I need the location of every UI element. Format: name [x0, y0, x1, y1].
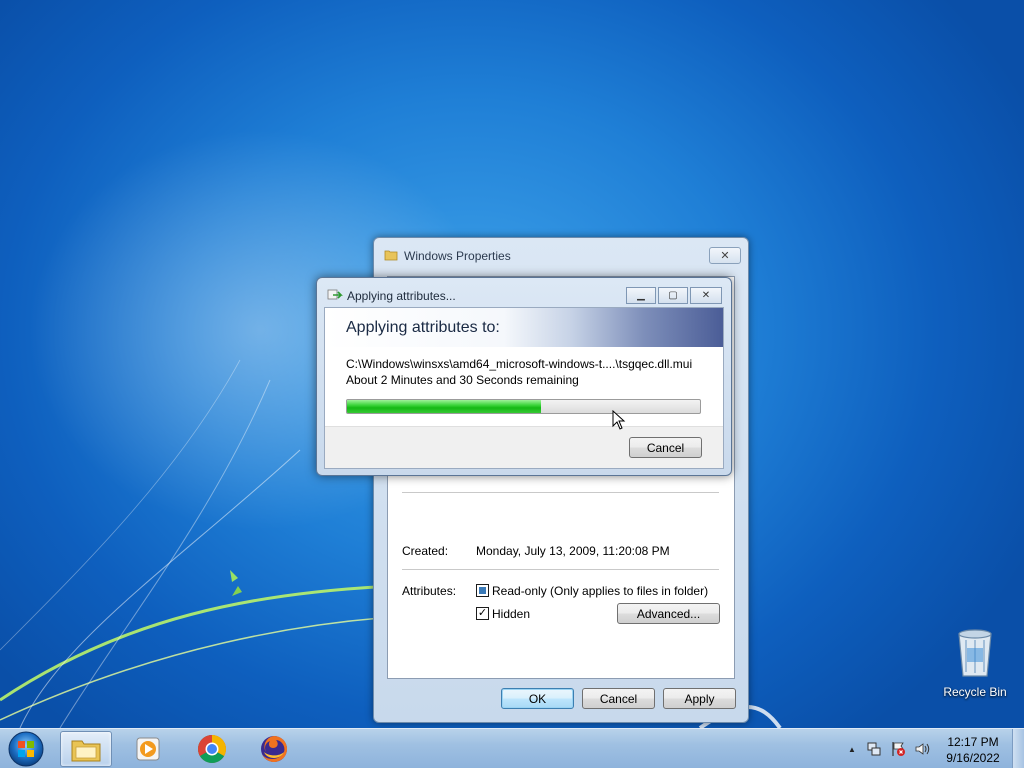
taskbar-google-chrome[interactable]	[186, 731, 238, 767]
recycle-bin-label: Recycle Bin	[943, 685, 1007, 699]
volume-icon[interactable]	[914, 741, 930, 757]
minimize-button[interactable]: ▁	[626, 287, 656, 304]
apply-dialog-title: Applying attributes...	[347, 289, 456, 303]
progress-fill	[347, 400, 542, 413]
close-icon: ✕	[701, 290, 711, 301]
recycle-bin[interactable]: Recycle Bin	[940, 628, 1010, 699]
advanced-button[interactable]: Advanced...	[617, 603, 720, 624]
start-button[interactable]	[6, 730, 46, 768]
taskbar-windows-media-player[interactable]	[122, 731, 174, 767]
properties-cancel-button[interactable]: Cancel	[582, 688, 655, 709]
apply-attributes-icon	[327, 289, 343, 300]
minimize-icon: ▁	[637, 290, 645, 301]
folder-icon	[71, 740, 101, 762]
taskbar-windows-explorer[interactable]	[60, 731, 112, 767]
apply-cancel-button[interactable]: Cancel	[629, 437, 702, 458]
show-desktop-button[interactable]	[1012, 729, 1024, 768]
folder-icon	[384, 250, 398, 261]
mouse-cursor-icon	[612, 410, 626, 430]
recycle-bin-icon	[958, 629, 992, 677]
created-value: Monday, July 13, 2009, 11:20:08 PM	[476, 544, 670, 558]
firefox-icon	[261, 736, 287, 762]
action-center-flag-icon[interactable]	[890, 741, 906, 757]
properties-dialog-title: Windows Properties	[404, 249, 511, 263]
apply-header-text: Applying attributes to:	[346, 319, 500, 336]
attributes-label: Attributes:	[402, 584, 457, 598]
hidden-checkbox[interactable]: ✓	[476, 607, 489, 620]
ok-button[interactable]: OK	[501, 688, 574, 709]
current-file-path: C:\Windows\winsxs\amd64_microsoft-window…	[346, 357, 693, 371]
system-clock[interactable]: 12:17 PM 9/16/2022	[938, 734, 1008, 766]
clock-time: 12:17 PM	[947, 735, 999, 749]
time-remaining: About 2 Minutes and 30 Seconds remaining	[346, 373, 579, 387]
apply-button[interactable]: Apply	[663, 688, 736, 709]
readonly-checkbox[interactable]	[476, 584, 489, 597]
created-label: Created:	[402, 544, 449, 558]
maximize-icon: ▢	[668, 290, 678, 301]
properties-close-button[interactable]: ✕	[709, 247, 741, 264]
readonly-label: Read-only (Only applies to files in fold…	[492, 584, 709, 598]
apply-header-banner: Applying attributes to:	[325, 308, 723, 347]
taskbar: ▲ 12:17 PM 9/16/2022	[0, 728, 1024, 768]
close-icon: ✕	[720, 250, 730, 262]
separator	[402, 569, 719, 570]
apply-dialog-content: Applying attributes to: C:\Windows\winsx…	[324, 307, 724, 469]
applying-attributes-dialog: Applying attributes... ▁ ▢ ✕ Applying at…	[316, 277, 732, 476]
maximize-button[interactable]: ▢	[658, 287, 688, 304]
chrome-icon	[198, 735, 226, 763]
network-icon[interactable]	[866, 741, 882, 757]
media-player-icon	[136, 737, 160, 761]
clock-date: 9/16/2022	[946, 751, 1000, 765]
hidden-label: Hidden	[492, 607, 531, 621]
show-hidden-icons-button[interactable]: ▲	[844, 741, 860, 757]
taskbar-firefox[interactable]	[248, 731, 300, 767]
separator	[402, 492, 719, 493]
apply-status-area: C:\Windows\winsxs\amd64_microsoft-window…	[325, 347, 723, 427]
tray-arrow-icon: ▲	[848, 744, 856, 754]
apply-close-button[interactable]: ✕	[690, 287, 722, 304]
checkmark-icon: ✓	[477, 607, 488, 619]
progress-bar	[346, 399, 701, 414]
